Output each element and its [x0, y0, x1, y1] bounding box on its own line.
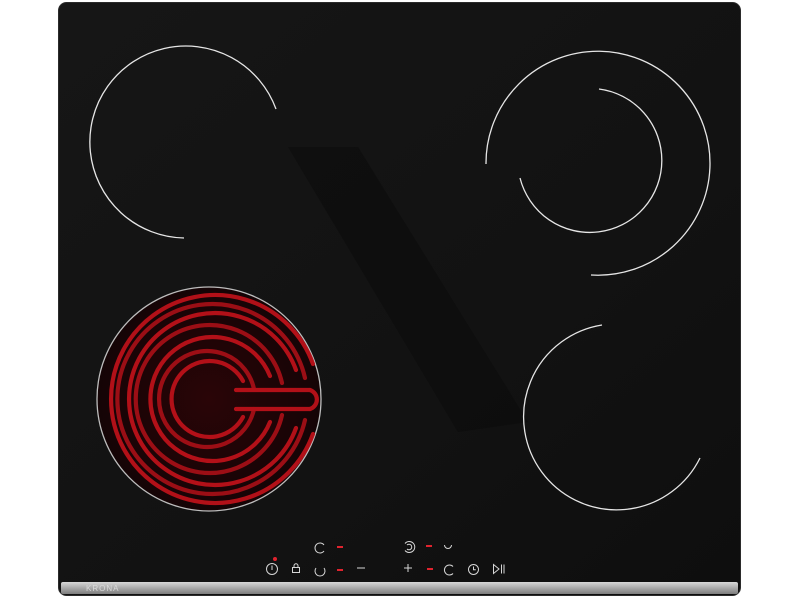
zone-select-rear-button[interactable] [313, 541, 327, 555]
brand-logo-text: KRONA [86, 584, 120, 593]
brand-logo: KRONA [86, 584, 119, 593]
bottom-trim [61, 582, 738, 594]
zone-select-front-right-button[interactable] [442, 563, 456, 577]
play-pause-icon [493, 563, 505, 575]
ring-zone-icon [444, 544, 452, 549]
front-right-indicator [427, 568, 433, 570]
plus-icon [404, 564, 412, 572]
cooktop-graphic [58, 2, 741, 596]
minus-button[interactable] [356, 563, 370, 577]
zone-select-front-button[interactable] [313, 564, 327, 578]
lock-button[interactable] [290, 562, 304, 576]
zone-front-indicator [337, 569, 343, 571]
dual-zone-indicator [426, 545, 432, 547]
lock-icon [292, 563, 300, 573]
clock-icon [468, 564, 479, 575]
timer-button[interactable] [467, 563, 481, 577]
zone-rear-indicator [337, 546, 343, 548]
power-icon [266, 563, 278, 575]
power-button[interactable] [265, 562, 279, 576]
plus-button[interactable] [403, 563, 417, 577]
dual-ring-icon [404, 541, 416, 553]
cooktop: KRONA [58, 2, 741, 596]
ring-zone-icon [444, 564, 454, 576]
ring-zone-icon [314, 542, 325, 554]
play-pause-button[interactable] [492, 563, 506, 577]
dual-zone-button[interactable] [402, 540, 416, 554]
front-left-zone [96, 286, 322, 512]
ring-zone-icon [314, 567, 326, 577]
zone-select-right-button[interactable] [442, 541, 456, 555]
minus-icon [357, 567, 365, 569]
power-indicator [273, 557, 277, 561]
